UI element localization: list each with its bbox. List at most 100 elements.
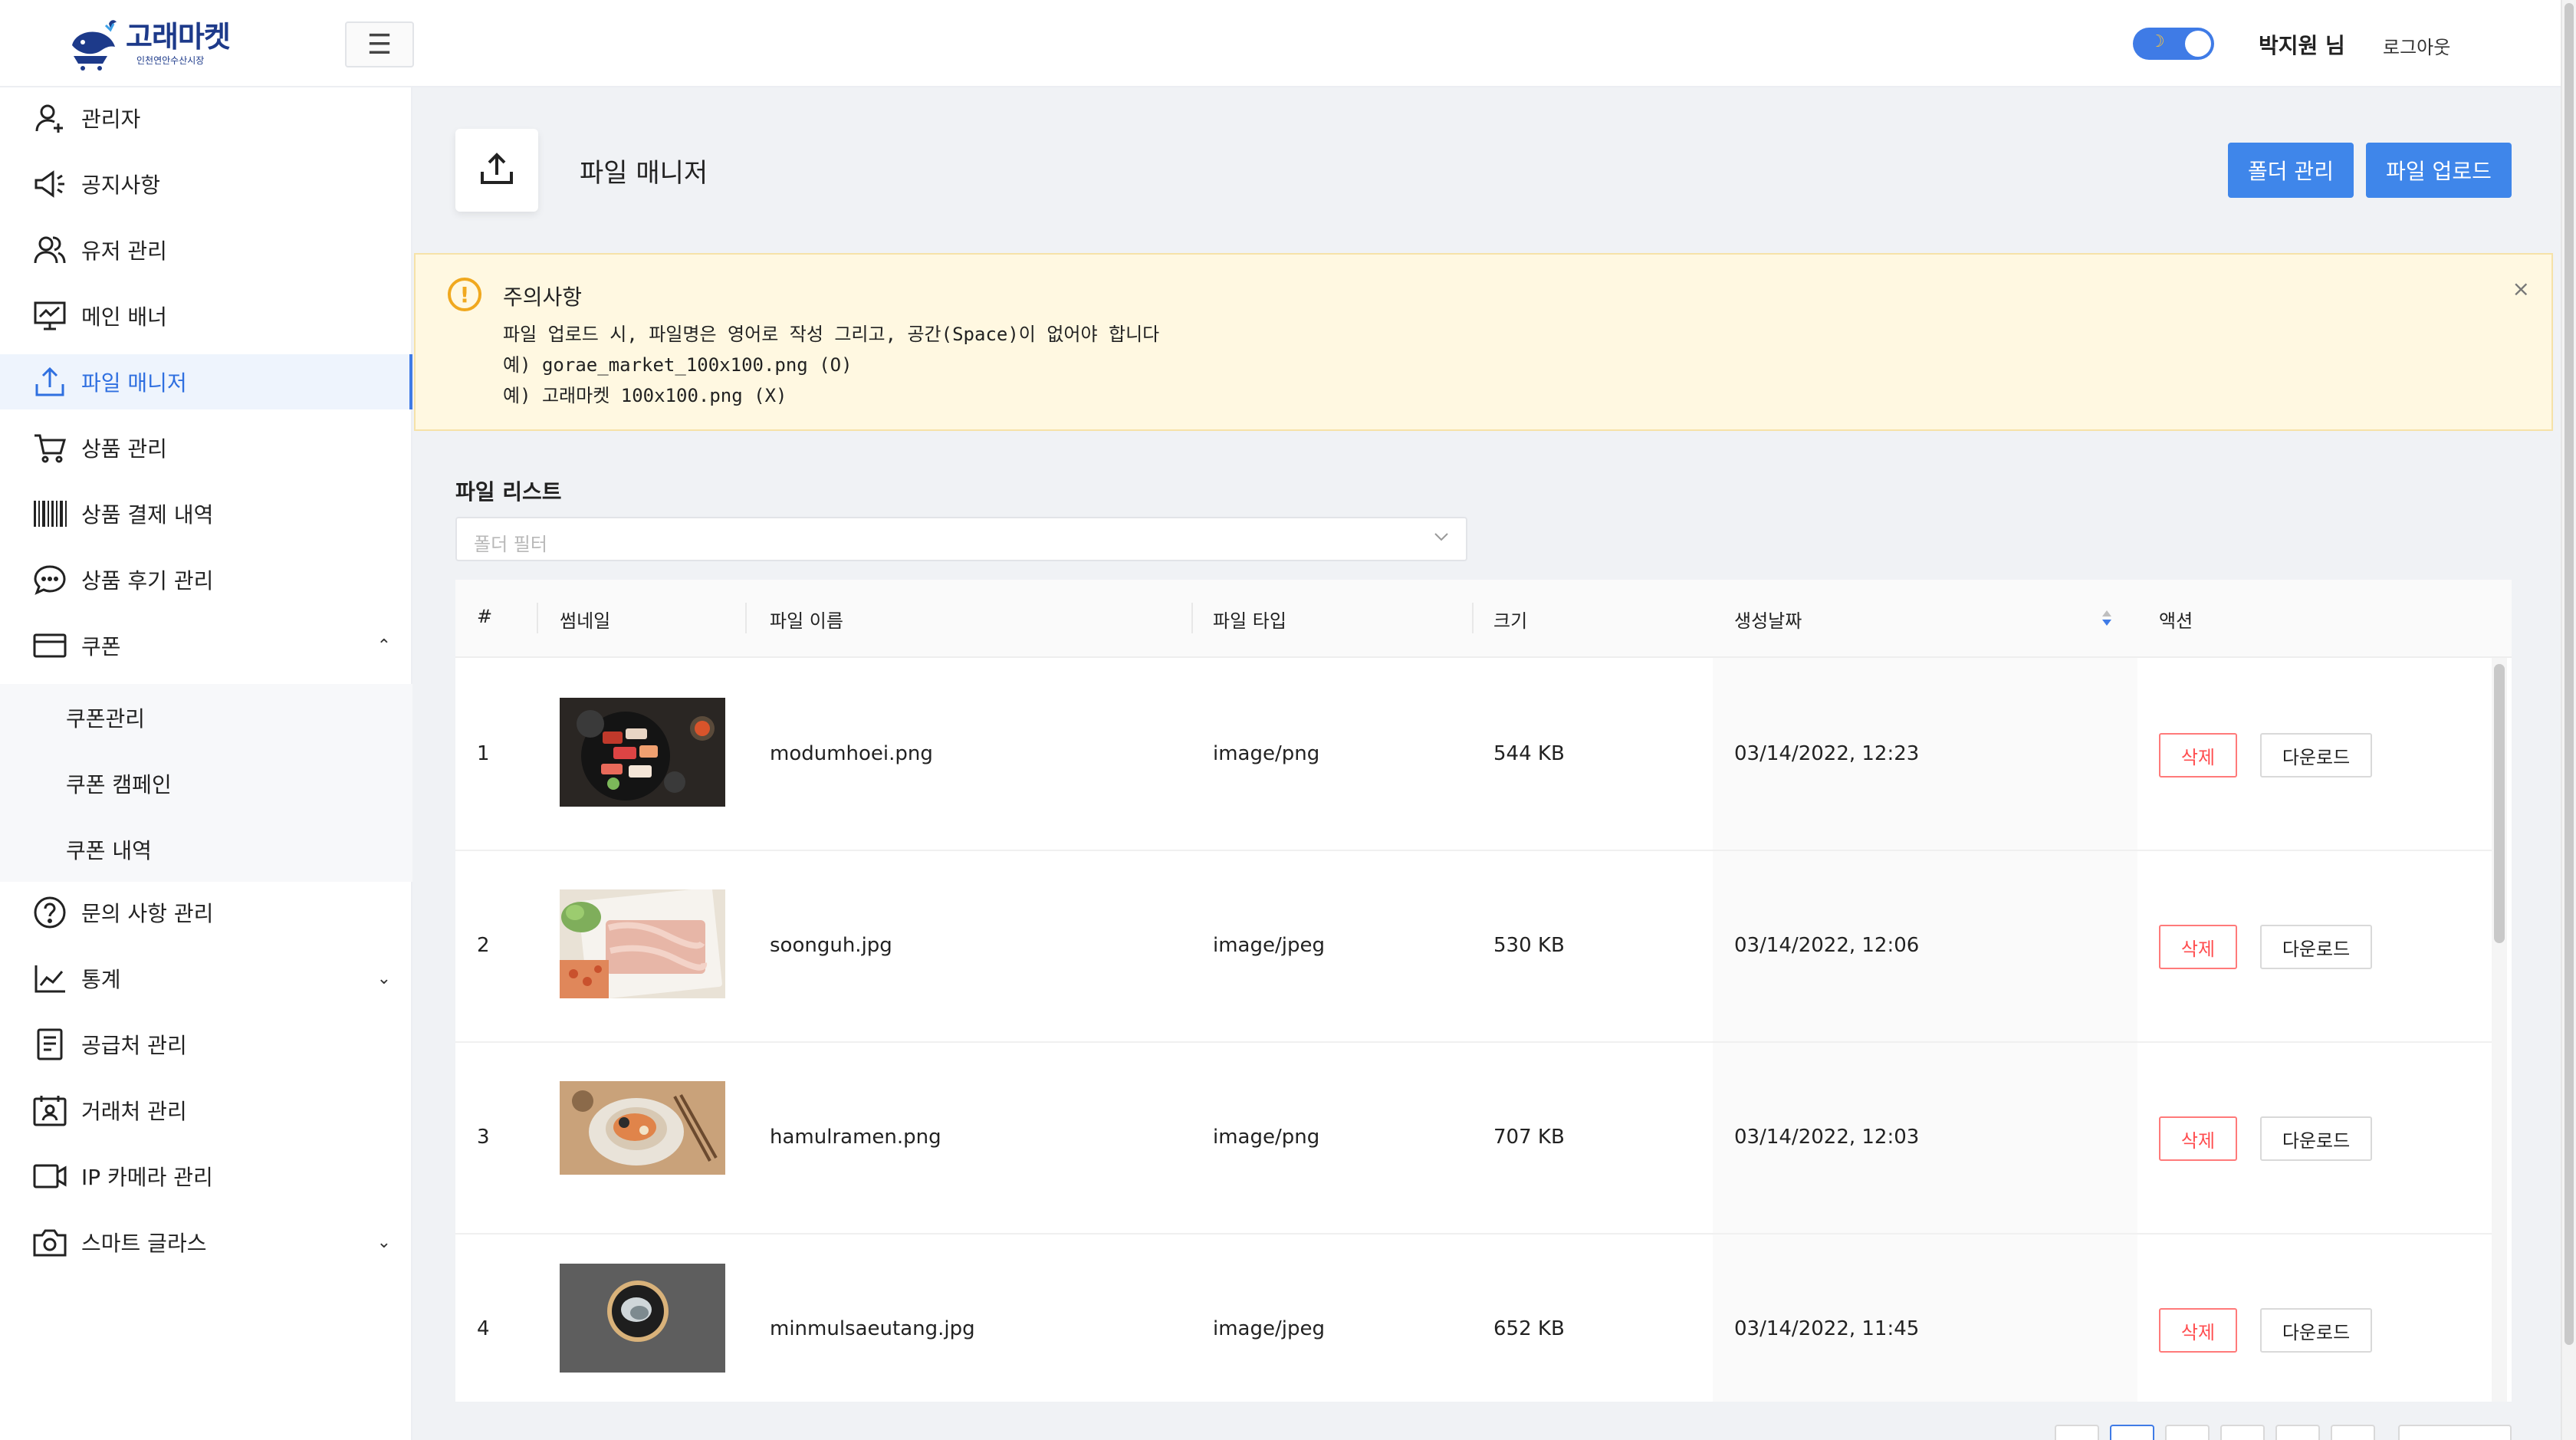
sidebar-subitem-coupon-history[interactable]: 쿠폰 내역 bbox=[0, 816, 412, 882]
top-header: 고래마켓 인천연안수산시장 ☰ ☽ 박지원 님 로그아웃 bbox=[0, 0, 2561, 87]
thumbnail-image[interactable] bbox=[560, 698, 725, 807]
folder-filter-select[interactable]: 폴더 필터 bbox=[455, 517, 1467, 561]
whale-logo-icon bbox=[66, 16, 121, 71]
file-table: # 썸네일 파일 이름 파일 타입 크기 생성날짜 액션 1 modumhoei… bbox=[455, 580, 2512, 1402]
table-scrollbar[interactable] bbox=[2492, 658, 2507, 1402]
sidebar-subitem-label: 쿠폰 내역 bbox=[66, 838, 152, 863]
sidebar-subitem-coupon-manage[interactable]: 쿠폰관리 bbox=[0, 684, 412, 750]
thumbnail-image[interactable] bbox=[560, 1264, 725, 1373]
table-scrollbar-thumb[interactable] bbox=[2494, 664, 2505, 943]
row-number: 2 bbox=[477, 934, 490, 957]
pagination-page-button[interactable] bbox=[2165, 1425, 2210, 1440]
sidebar-item-coupon[interactable]: 쿠폰 ⌃ bbox=[0, 618, 412, 673]
download-button[interactable]: 다운로드 bbox=[2260, 1116, 2372, 1161]
column-header-file-name: 파일 이름 bbox=[770, 610, 843, 632]
column-header-file-type: 파일 타입 bbox=[1213, 610, 1286, 632]
download-button[interactable]: 다운로드 bbox=[2260, 1308, 2372, 1353]
created-date: 03/14/2022, 12:23 bbox=[1734, 742, 1920, 765]
column-divider bbox=[1191, 603, 1193, 633]
column-header-action: 액션 bbox=[2159, 610, 2193, 632]
sidebar-item-main-banner[interactable]: 메인 배너 bbox=[0, 288, 412, 344]
column-header-size: 크기 bbox=[1493, 610, 1528, 632]
user-name: 박지원 님 bbox=[2259, 33, 2345, 58]
sidebar-item-label: 통계 bbox=[81, 967, 121, 992]
folder-filter-placeholder: 폴더 필터 bbox=[474, 534, 547, 555]
megaphone-icon bbox=[32, 166, 67, 202]
video-camera-icon bbox=[32, 1159, 67, 1194]
column-header-created-date[interactable]: 생성날짜 bbox=[1734, 606, 1802, 633]
logout-link[interactable]: 로그아웃 bbox=[2383, 32, 2450, 59]
file-type: image/png bbox=[1213, 1126, 1320, 1149]
chat-bubble-icon bbox=[32, 562, 67, 597]
column-divider bbox=[537, 603, 538, 633]
folder-manage-button[interactable]: 폴더 관리 bbox=[2228, 143, 2354, 198]
sidebar-item-file-manager[interactable]: 파일 매니저 bbox=[0, 354, 412, 409]
pagination-page-button[interactable] bbox=[2275, 1425, 2320, 1440]
sidebar-item-ip-camera[interactable]: IP 카메라 관리 bbox=[0, 1149, 412, 1204]
notice-title: 주의사항 bbox=[503, 284, 583, 310]
file-type: image/jpeg bbox=[1213, 934, 1325, 957]
download-button[interactable]: 다운로드 bbox=[2260, 925, 2372, 969]
sidebar-item-products[interactable]: 상품 관리 bbox=[0, 420, 412, 475]
sidebar-item-reviews[interactable]: 상품 후기 관리 bbox=[0, 552, 412, 607]
sidebar-item-notice[interactable]: 공지사항 bbox=[0, 156, 412, 212]
thumbnail-image[interactable] bbox=[560, 887, 725, 1001]
sidebar-subitem-label: 쿠폰관리 bbox=[66, 706, 146, 732]
file-type: image/png bbox=[1213, 742, 1320, 765]
moon-icon: ☽ bbox=[2150, 32, 2165, 51]
chevron-down-icon: ⌄ bbox=[376, 968, 391, 988]
page-scrollbar[interactable] bbox=[2561, 0, 2576, 1440]
sidebar-item-suppliers[interactable]: 공급처 관리 bbox=[0, 1017, 412, 1072]
page-title: 파일 매니저 bbox=[580, 158, 708, 189]
file-name: hamulramen.png bbox=[770, 1126, 941, 1149]
delete-button[interactable]: 삭제 bbox=[2159, 733, 2237, 778]
sort-icon[interactable] bbox=[2101, 607, 2113, 632]
table-row: 4 minmulsaeutang.jpg image/jpeg 652 KB 0… bbox=[455, 1235, 2495, 1402]
row-number: 1 bbox=[477, 742, 490, 765]
notice-line: 예) gorae_market_100x100.png (O) bbox=[503, 354, 853, 376]
theme-toggle[interactable]: ☽ bbox=[2133, 28, 2214, 60]
sidebar-item-clients[interactable]: 거래처 관리 bbox=[0, 1083, 412, 1138]
sidebar-item-label: 파일 매니저 bbox=[81, 370, 187, 396]
sidebar-item-statistics[interactable]: 통계 ⌄ bbox=[0, 951, 412, 1006]
sidebar-item-payments[interactable]: 상품 결제 내역 bbox=[0, 486, 412, 541]
pagination-prev-button[interactable] bbox=[2055, 1425, 2099, 1440]
sidebar-item-admin[interactable]: 관리자 bbox=[0, 90, 412, 146]
sidebar-subitem-label: 쿠폰 캠페인 bbox=[66, 772, 172, 797]
logo[interactable]: 고래마켓 인천연안수산시장 bbox=[66, 14, 235, 74]
table-header: # 썸네일 파일 이름 파일 타입 크기 생성날짜 액션 bbox=[455, 580, 2512, 658]
file-size: 544 KB bbox=[1493, 742, 1565, 765]
pagination-next-button[interactable] bbox=[2331, 1425, 2375, 1440]
page-size-select[interactable] bbox=[2398, 1425, 2512, 1440]
users-icon bbox=[32, 232, 67, 268]
sidebar-item-label: 스마트 글라스 bbox=[81, 1231, 207, 1256]
delete-button[interactable]: 삭제 bbox=[2159, 1116, 2237, 1161]
chevron-down-icon: ⌄ bbox=[376, 1232, 391, 1252]
sidebar-item-users[interactable]: 유저 관리 bbox=[0, 222, 412, 278]
column-header-thumbnail: 썸네일 bbox=[560, 610, 611, 632]
cart-icon bbox=[32, 430, 67, 465]
created-date: 03/14/2022, 11:45 bbox=[1734, 1317, 1920, 1340]
sidebar-item-label: 유저 관리 bbox=[81, 238, 167, 264]
line-chart-icon bbox=[32, 961, 67, 996]
sidebar: 관리자 공지사항 유저 관리 메인 배너 파일 매니저 상품 관리 상품 결제 … bbox=[0, 87, 412, 1440]
thumbnail-image[interactable] bbox=[560, 1081, 725, 1190]
sidebar-subitem-coupon-campaign[interactable]: 쿠폰 캠페인 bbox=[0, 750, 412, 816]
camera-icon bbox=[32, 1225, 67, 1260]
file-upload-button[interactable]: 파일 업로드 bbox=[2366, 143, 2512, 198]
page-icon-box bbox=[455, 129, 538, 212]
delete-button[interactable]: 삭제 bbox=[2159, 925, 2237, 969]
pagination-page-button[interactable] bbox=[2220, 1425, 2265, 1440]
card-icon bbox=[32, 628, 67, 663]
pagination-page-button[interactable] bbox=[2110, 1425, 2154, 1440]
notice-line: 파일 업로드 시, 파일명은 영어로 작성 그리고, 공간(Space)이 없어… bbox=[503, 324, 1160, 345]
page-scrollbar-thumb[interactable] bbox=[2564, 3, 2574, 1345]
sidebar-item-inquiries[interactable]: 문의 사항 관리 bbox=[0, 885, 412, 940]
close-icon[interactable]: × bbox=[2512, 276, 2530, 301]
sidebar-item-smart-glass[interactable]: 스마트 글라스 ⌄ bbox=[0, 1215, 412, 1270]
row-number: 3 bbox=[477, 1126, 490, 1149]
menu-toggle-button[interactable]: ☰ bbox=[345, 21, 414, 67]
warning-icon: ! bbox=[448, 278, 481, 311]
download-button[interactable]: 다운로드 bbox=[2260, 733, 2372, 778]
delete-button[interactable]: 삭제 bbox=[2159, 1308, 2237, 1353]
